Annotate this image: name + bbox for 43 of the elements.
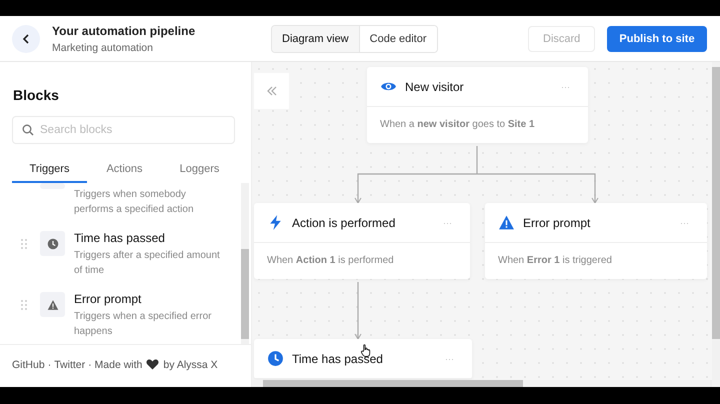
block-title: Error prompt xyxy=(74,292,142,306)
scrollbar[interactable] xyxy=(241,183,249,344)
search-field[interactable]: Search blocks xyxy=(12,116,235,144)
diagram-node[interactable]: New visitor ··· When a new visitor goes to Site 1 xyxy=(367,67,588,143)
block-title: Time has passed xyxy=(74,231,166,245)
pipeline-title: Your automation pipeline xyxy=(52,24,196,38)
node-title: Error prompt xyxy=(523,216,590,230)
diagram-node[interactable]: Time has passed ··· xyxy=(254,339,472,379)
diagram-node[interactable]: Action is performed ··· When Action 1 is performed xyxy=(254,203,470,279)
publish-button[interactable]: Publish to site xyxy=(607,26,707,52)
diagram-node[interactable]: Error prompt ··· When Error 1 is triggered xyxy=(485,203,707,279)
node-title: Action is performed xyxy=(292,216,396,230)
node-description: When Error 1 is triggered xyxy=(497,254,613,268)
footer-text: by Alyssa X xyxy=(163,358,218,370)
node-description: When Action 1 is performed xyxy=(266,254,395,268)
back-button[interactable] xyxy=(12,24,40,52)
collapse-button[interactable] xyxy=(254,73,289,109)
warning-icon xyxy=(498,214,515,231)
block-description: Triggers after a specified amount of time xyxy=(74,249,221,278)
connector xyxy=(354,282,362,340)
view-tab[interactable]: Diagram view xyxy=(272,26,359,52)
drag-handle-icon xyxy=(20,238,28,250)
node-title: Time has passed xyxy=(292,352,383,366)
block-description: Triggers when a specified error happens xyxy=(74,310,212,339)
sidebar-heading: Blocks xyxy=(13,87,60,103)
double-chevron-icon xyxy=(266,86,278,96)
pipeline-subtitle: Marketing automation xyxy=(52,42,154,54)
footer-link[interactable]: GitHub xyxy=(12,358,45,370)
separator: · xyxy=(48,358,52,370)
warning-icon xyxy=(46,298,58,310)
view-tab[interactable]: Code editor xyxy=(358,26,437,52)
icon-tile xyxy=(40,183,65,189)
node-description: When a new visitor goes to Site 1 xyxy=(379,118,536,132)
footer-link[interactable]: Twitter xyxy=(54,358,86,370)
drag-handle-icon xyxy=(20,299,28,311)
block-description: Triggers when somebody performs a specified action xyxy=(74,188,195,217)
heart-icon xyxy=(146,359,160,370)
scrollbar[interactable] xyxy=(712,62,720,380)
scrollbar[interactable] xyxy=(252,380,712,387)
footer-text: · Made with xyxy=(88,358,142,370)
clock-icon xyxy=(267,350,284,367)
clock-icon xyxy=(46,238,58,250)
node-title: New visitor xyxy=(405,80,464,94)
